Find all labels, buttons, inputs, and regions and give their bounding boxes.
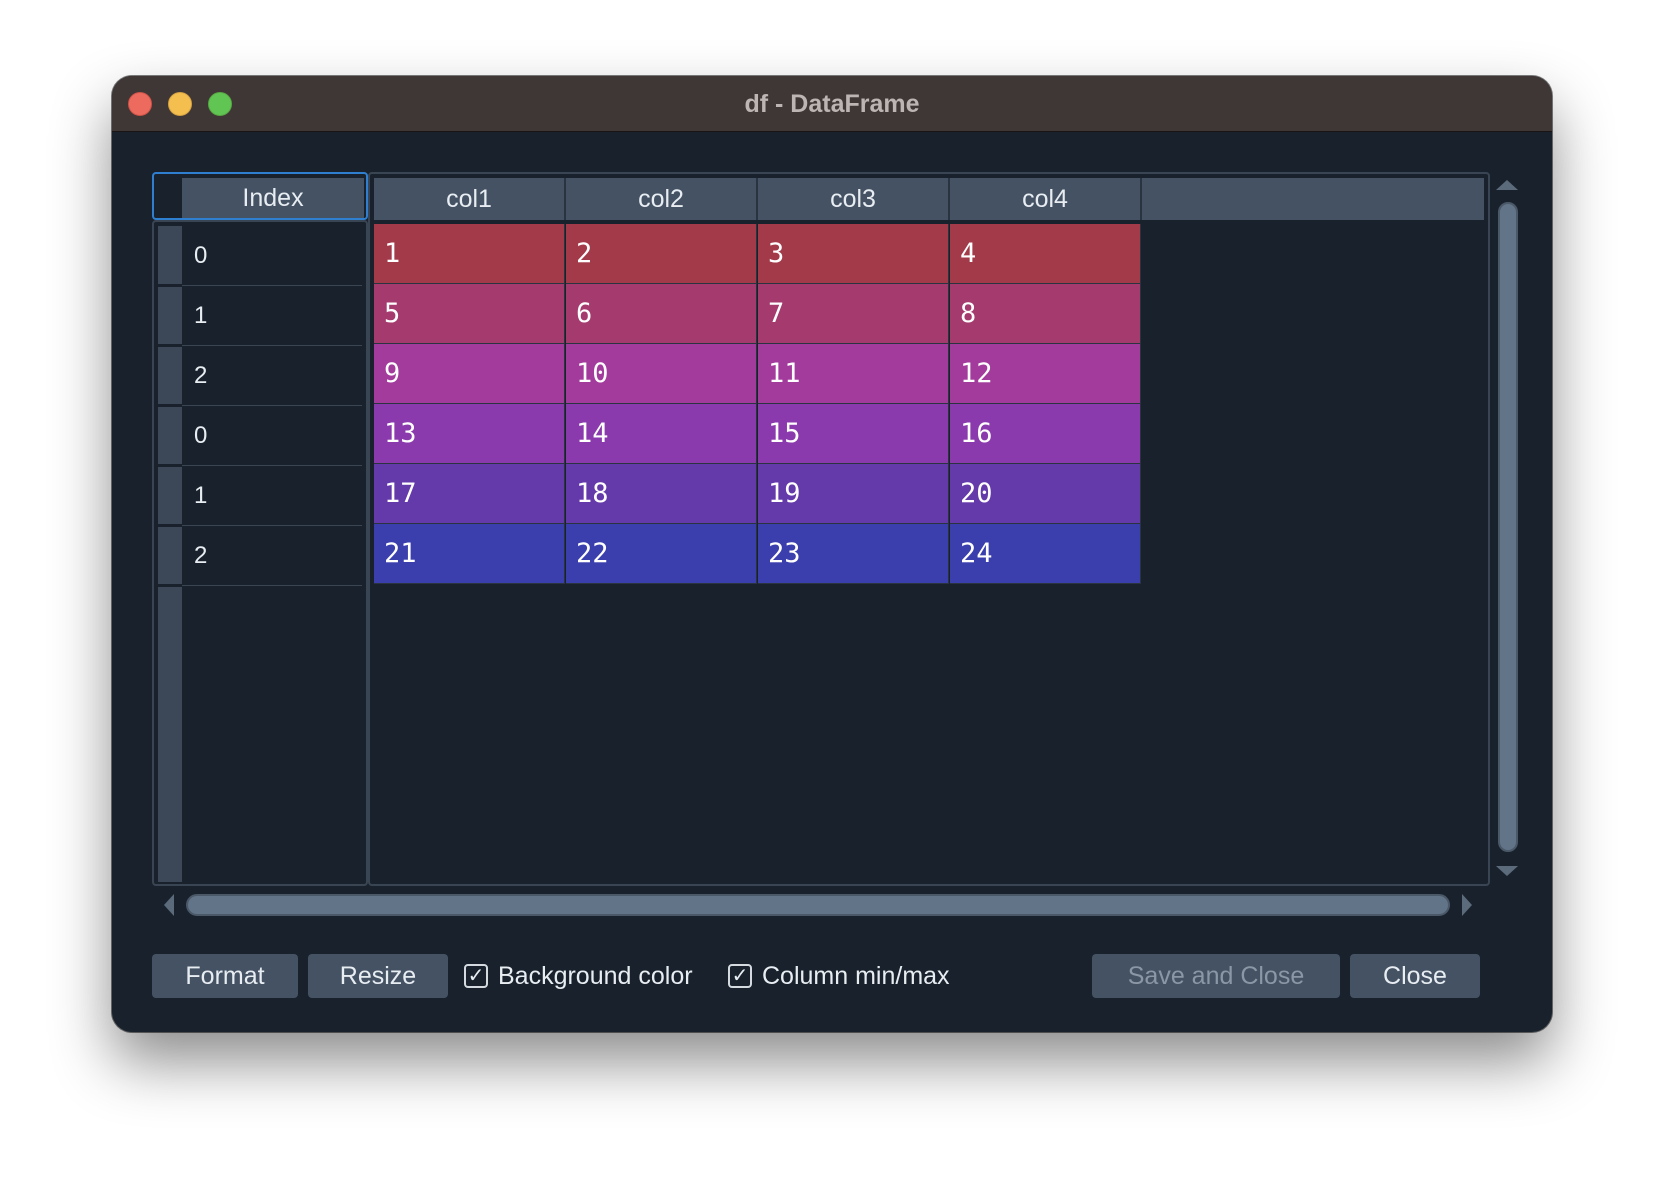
table-cell[interactable]: 8 bbox=[950, 284, 1141, 344]
row-selector-divider bbox=[158, 284, 182, 287]
index-row[interactable]: 0 bbox=[182, 226, 362, 286]
checkmark-icon: ✓ bbox=[467, 965, 485, 987]
index-panel: Index 012012 bbox=[152, 172, 368, 886]
index-row[interactable]: 0 bbox=[182, 406, 362, 466]
row-selector-divider bbox=[158, 404, 182, 407]
column-minmax-checkbox[interactable]: ✓ bbox=[728, 964, 752, 988]
row-selector-divider bbox=[158, 584, 182, 587]
index-header[interactable]: Index bbox=[152, 172, 368, 220]
table-cell[interactable]: 5 bbox=[374, 284, 565, 344]
table-cell[interactable]: 14 bbox=[566, 404, 757, 464]
horizontal-scrollbar-thumb[interactable] bbox=[186, 894, 1450, 916]
background-color-checkbox[interactable]: ✓ bbox=[464, 964, 488, 988]
table-cell[interactable]: 9 bbox=[374, 344, 565, 404]
scroll-up-arrow-icon[interactable] bbox=[1496, 180, 1518, 190]
table-cell[interactable]: 3 bbox=[758, 224, 949, 284]
table-cell[interactable]: 23 bbox=[758, 524, 949, 584]
table-cell[interactable]: 15 bbox=[758, 404, 949, 464]
column-header-bar: col1 col2 col3 col4 bbox=[374, 178, 1484, 220]
save-and-close-button[interactable]: Save and Close bbox=[1092, 954, 1340, 998]
table-cell[interactable]: 16 bbox=[950, 404, 1141, 464]
resize-button[interactable]: Resize bbox=[308, 954, 448, 998]
index-row[interactable]: 2 bbox=[182, 346, 362, 406]
table-cell[interactable]: 2 bbox=[566, 224, 757, 284]
table-cell[interactable]: 1 bbox=[374, 224, 565, 284]
row-selector-divider bbox=[158, 464, 182, 467]
column-minmax-label[interactable]: Column min/max bbox=[762, 954, 950, 998]
index-body: 012012 bbox=[152, 220, 368, 886]
index-header-label: Index bbox=[182, 178, 364, 218]
index-row[interactable]: 2 bbox=[182, 526, 362, 586]
scroll-left-arrow-icon[interactable] bbox=[164, 894, 174, 916]
vertical-scrollbar-thumb[interactable] bbox=[1498, 202, 1518, 852]
column-header-col3[interactable]: col3 bbox=[758, 178, 950, 220]
index-row[interactable]: 1 bbox=[182, 466, 362, 526]
table-cell[interactable]: 13 bbox=[374, 404, 565, 464]
column-header-col2[interactable]: col2 bbox=[566, 178, 758, 220]
table-cell[interactable]: 6 bbox=[566, 284, 757, 344]
checkmark-icon: ✓ bbox=[731, 965, 749, 987]
table-cell[interactable]: 18 bbox=[566, 464, 757, 524]
row-selector-divider bbox=[158, 344, 182, 347]
table-cell[interactable]: 24 bbox=[950, 524, 1141, 584]
row-selector-divider bbox=[158, 524, 182, 527]
index-row[interactable]: 1 bbox=[182, 286, 362, 346]
scroll-down-arrow-icon[interactable] bbox=[1496, 866, 1518, 876]
scroll-right-arrow-icon[interactable] bbox=[1462, 894, 1472, 916]
column-header-col1[interactable]: col1 bbox=[374, 178, 566, 220]
table-cell[interactable]: 4 bbox=[950, 224, 1141, 284]
table-cell[interactable]: 21 bbox=[374, 524, 565, 584]
table-cell[interactable]: 17 bbox=[374, 464, 565, 524]
dataframe-window: df - DataFrame Index 012012 col1 col2 col3… bbox=[112, 76, 1552, 1032]
background-color-label[interactable]: Background color bbox=[498, 954, 693, 998]
format-button[interactable]: Format bbox=[152, 954, 298, 998]
table-cell[interactable]: 22 bbox=[566, 524, 757, 584]
table-cell[interactable]: 10 bbox=[566, 344, 757, 404]
window-title: df - DataFrame bbox=[744, 90, 920, 118]
table-cell[interactable]: 11 bbox=[758, 344, 949, 404]
index-row-selector-strip[interactable] bbox=[158, 226, 182, 882]
title-bar: df - DataFrame bbox=[112, 76, 1552, 132]
close-button[interactable]: Close bbox=[1350, 954, 1480, 998]
table-cell[interactable]: 20 bbox=[950, 464, 1141, 524]
table-cell[interactable]: 19 bbox=[758, 464, 949, 524]
table-cell[interactable]: 7 bbox=[758, 284, 949, 344]
column-header-col4[interactable]: col4 bbox=[950, 178, 1142, 220]
data-table: col1 col2 col3 col4 1 2 3 4 5 6 7 8 9 10 11 12 13 14 15 16… bbox=[368, 172, 1490, 886]
table-cell[interactable]: 12 bbox=[950, 344, 1141, 404]
